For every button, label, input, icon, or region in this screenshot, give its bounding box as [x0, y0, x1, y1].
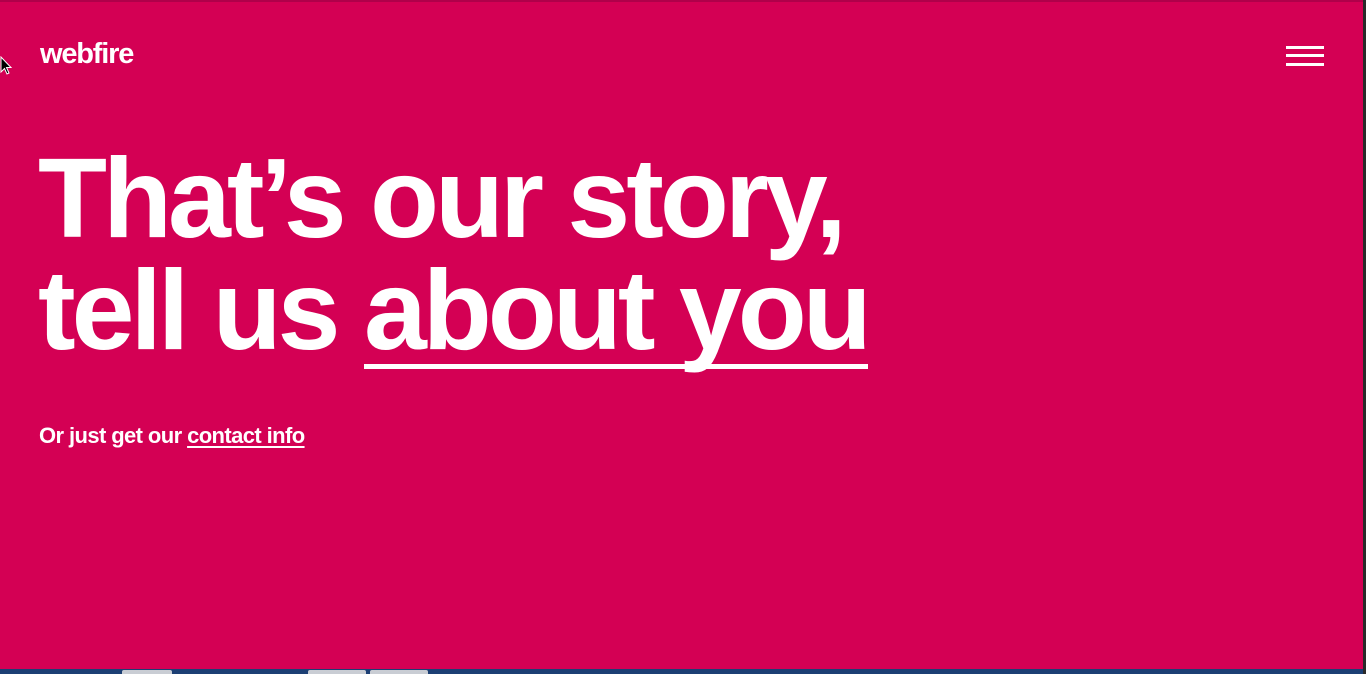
- taskbar-button[interactable]: [370, 670, 428, 674]
- taskbar: [0, 669, 1363, 674]
- hero-subline: Or just get our contact info: [39, 423, 305, 449]
- hamburger-menu-button[interactable]: [1284, 45, 1326, 71]
- taskbar-button[interactable]: [308, 670, 366, 674]
- hamburger-menu-icon-bar: [1286, 54, 1324, 57]
- taskbar-button[interactable]: [122, 670, 172, 674]
- hero-headline: That’s our story, tell us about you: [38, 135, 872, 369]
- page-viewport: webfire That’s our story, tell us about …: [0, 0, 1363, 669]
- headline-line-2-prefix: tell us: [38, 247, 364, 373]
- subline-prefix: Or just get our: [39, 423, 188, 448]
- contact-info-link[interactable]: contact info: [187, 423, 305, 448]
- mouse-pointer-icon: [0, 56, 13, 75]
- hamburger-menu-icon-bar: [1286, 63, 1324, 66]
- hamburger-menu-icon: [1286, 46, 1324, 49]
- headline-line-1: That’s our story,: [38, 135, 847, 261]
- about-you-link[interactable]: about you: [363, 254, 872, 369]
- headline-line-2: tell us about you: [38, 254, 872, 369]
- logo-link[interactable]: webfire: [40, 40, 134, 69]
